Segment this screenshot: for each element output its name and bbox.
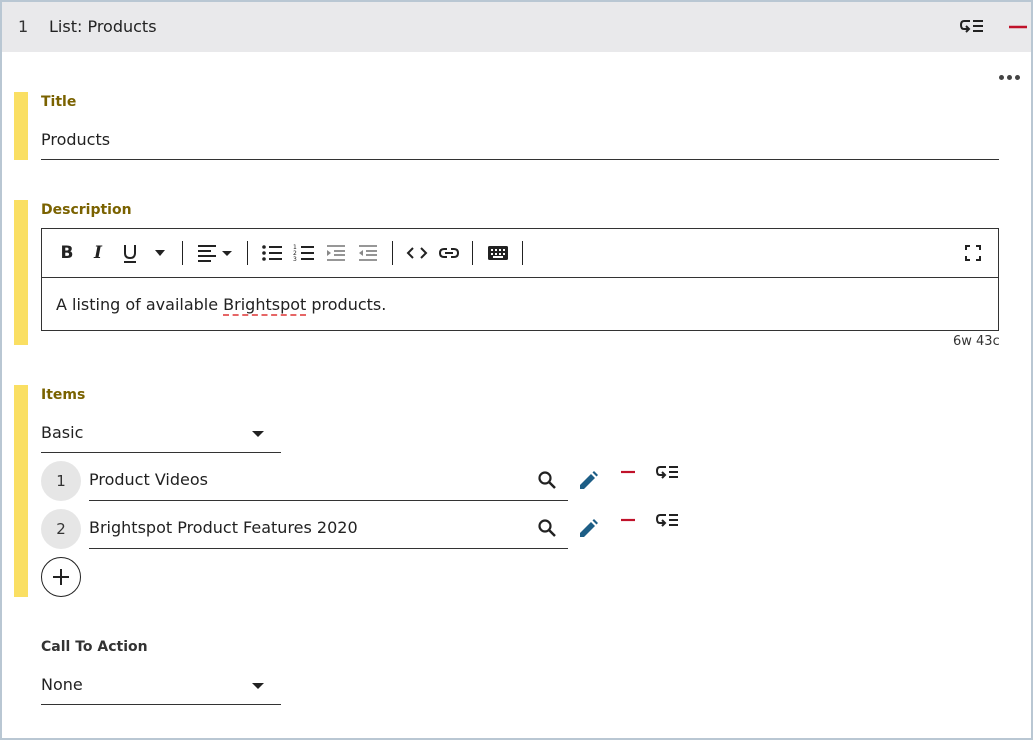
indent-icon[interactable] [326, 241, 346, 265]
required-marker [14, 200, 28, 345]
link-icon[interactable] [438, 241, 460, 265]
items-type-select[interactable]: Basic [41, 415, 281, 453]
outdent-icon[interactable] [358, 241, 378, 265]
list-title: List: Products [49, 17, 157, 36]
item-value: Product Videos [89, 470, 208, 489]
item-index: 1 [41, 461, 81, 501]
reorder-icon[interactable] [960, 16, 984, 38]
list-index: 1 [18, 17, 29, 36]
item-field[interactable]: Product Videos [89, 461, 568, 501]
bulleted-list-icon[interactable] [261, 241, 283, 265]
item-index: 2 [41, 509, 81, 549]
fullscreen-icon[interactable] [964, 241, 982, 265]
editor-frame [0, 0, 1033, 740]
toolbar-divider [247, 241, 248, 265]
required-marker [14, 92, 28, 160]
bold-icon[interactable]: B [58, 241, 76, 265]
word-char-counter: 6w 43c [953, 334, 1000, 349]
keyboard-icon[interactable] [487, 241, 509, 265]
rich-text-editor: B I 123 A listing of available Brightspo… [41, 228, 999, 331]
cta-select[interactable]: None [41, 667, 281, 705]
reorder-icon[interactable] [656, 463, 680, 483]
edit-icon[interactable] [577, 518, 599, 540]
items-label: Items [41, 387, 86, 403]
remove-icon[interactable] [1007, 15, 1029, 39]
toolbar-divider [472, 241, 473, 265]
plus-icon [53, 569, 69, 585]
list-header: 1 List: Products [2, 2, 1031, 52]
toolbar-divider [392, 241, 393, 265]
title-input[interactable]: Products [41, 122, 999, 160]
svg-text:3: 3 [293, 256, 297, 262]
more-formats-icon[interactable] [152, 241, 168, 265]
code-icon[interactable] [406, 241, 428, 265]
remove-icon[interactable] [619, 463, 637, 481]
toolbar-divider [182, 241, 183, 265]
reorder-icon[interactable] [656, 511, 680, 531]
rte-toolbar: B I 123 [42, 229, 998, 278]
numbered-list-icon[interactable]: 123 [293, 241, 315, 265]
search-icon[interactable] [537, 470, 557, 490]
title-label: Title [41, 94, 77, 110]
search-icon[interactable] [537, 518, 557, 538]
toolbar-divider [522, 241, 523, 265]
rte-content[interactable]: A listing of available Brightspot produc… [56, 295, 386, 314]
description-label: Description [41, 202, 132, 218]
required-marker [14, 385, 28, 597]
items-type-value: Basic [41, 423, 84, 442]
item-value: Brightspot Product Features 2020 [89, 518, 358, 537]
italic-icon[interactable]: I [89, 241, 107, 265]
edit-icon[interactable] [577, 470, 599, 492]
cta-value: None [41, 675, 83, 694]
item-field[interactable]: Brightspot Product Features 2020 [89, 509, 568, 549]
cta-label: Call To Action [41, 639, 148, 655]
more-options-icon[interactable] [997, 70, 1021, 84]
underline-icon[interactable] [120, 241, 140, 265]
dropdown-caret-icon [252, 683, 264, 689]
remove-icon[interactable] [619, 511, 637, 529]
align-icon[interactable] [196, 241, 234, 265]
add-item-button[interactable] [41, 557, 81, 597]
dropdown-caret-icon [252, 431, 264, 437]
